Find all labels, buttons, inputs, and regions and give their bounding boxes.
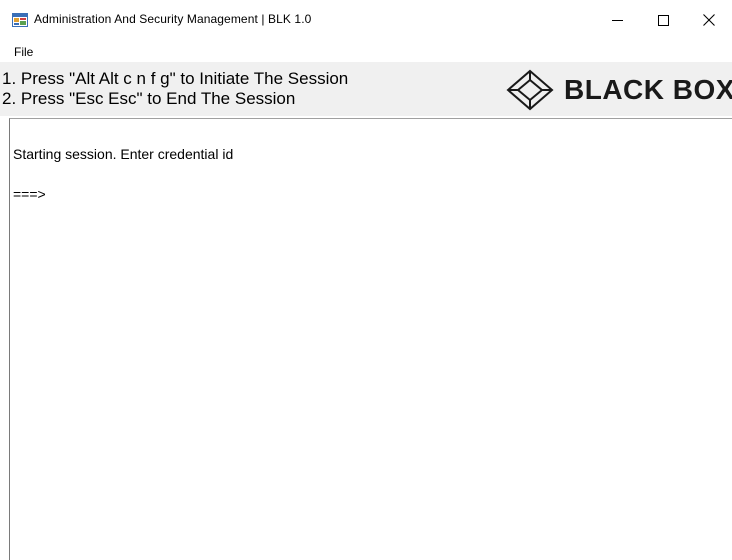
close-icon — [703, 14, 715, 26]
maximize-button[interactable] — [640, 0, 686, 40]
menu-file[interactable]: File — [12, 45, 35, 59]
window-title: Administration And Security Management |… — [34, 12, 311, 26]
maximize-icon — [657, 14, 669, 26]
app-window-icon — [12, 13, 28, 27]
instruction-initiate: 1. Press "Alt Alt c n f g" to Initiate T… — [2, 69, 349, 88]
window-version: BLK 1.0 — [268, 12, 312, 26]
console-line: Starting session. Enter credential id — [13, 146, 234, 162]
instruction-banner: 1. Press "Alt Alt c n f g" to Initiate T… — [0, 62, 732, 116]
session-console[interactable]: Starting session. Enter credential id ==… — [9, 118, 732, 560]
console-prompt: ===> — [13, 186, 46, 202]
title-separator: | — [261, 12, 265, 26]
minimize-icon — [611, 19, 623, 21]
title-bar: Administration And Security Management |… — [0, 0, 732, 40]
black-box-logo: BLACK BOX — [502, 68, 732, 112]
logo-text: BLACK BOX — [564, 74, 732, 105]
close-button[interactable] — [686, 0, 732, 40]
window-title-text: Administration And Security Management — [34, 12, 258, 26]
black-box-diamond-logo — [506, 69, 554, 111]
minimize-button[interactable] — [594, 0, 640, 40]
menu-bar: File — [0, 40, 732, 62]
instruction-end: 2. Press "Esc Esc" to End The Session — [2, 89, 296, 108]
